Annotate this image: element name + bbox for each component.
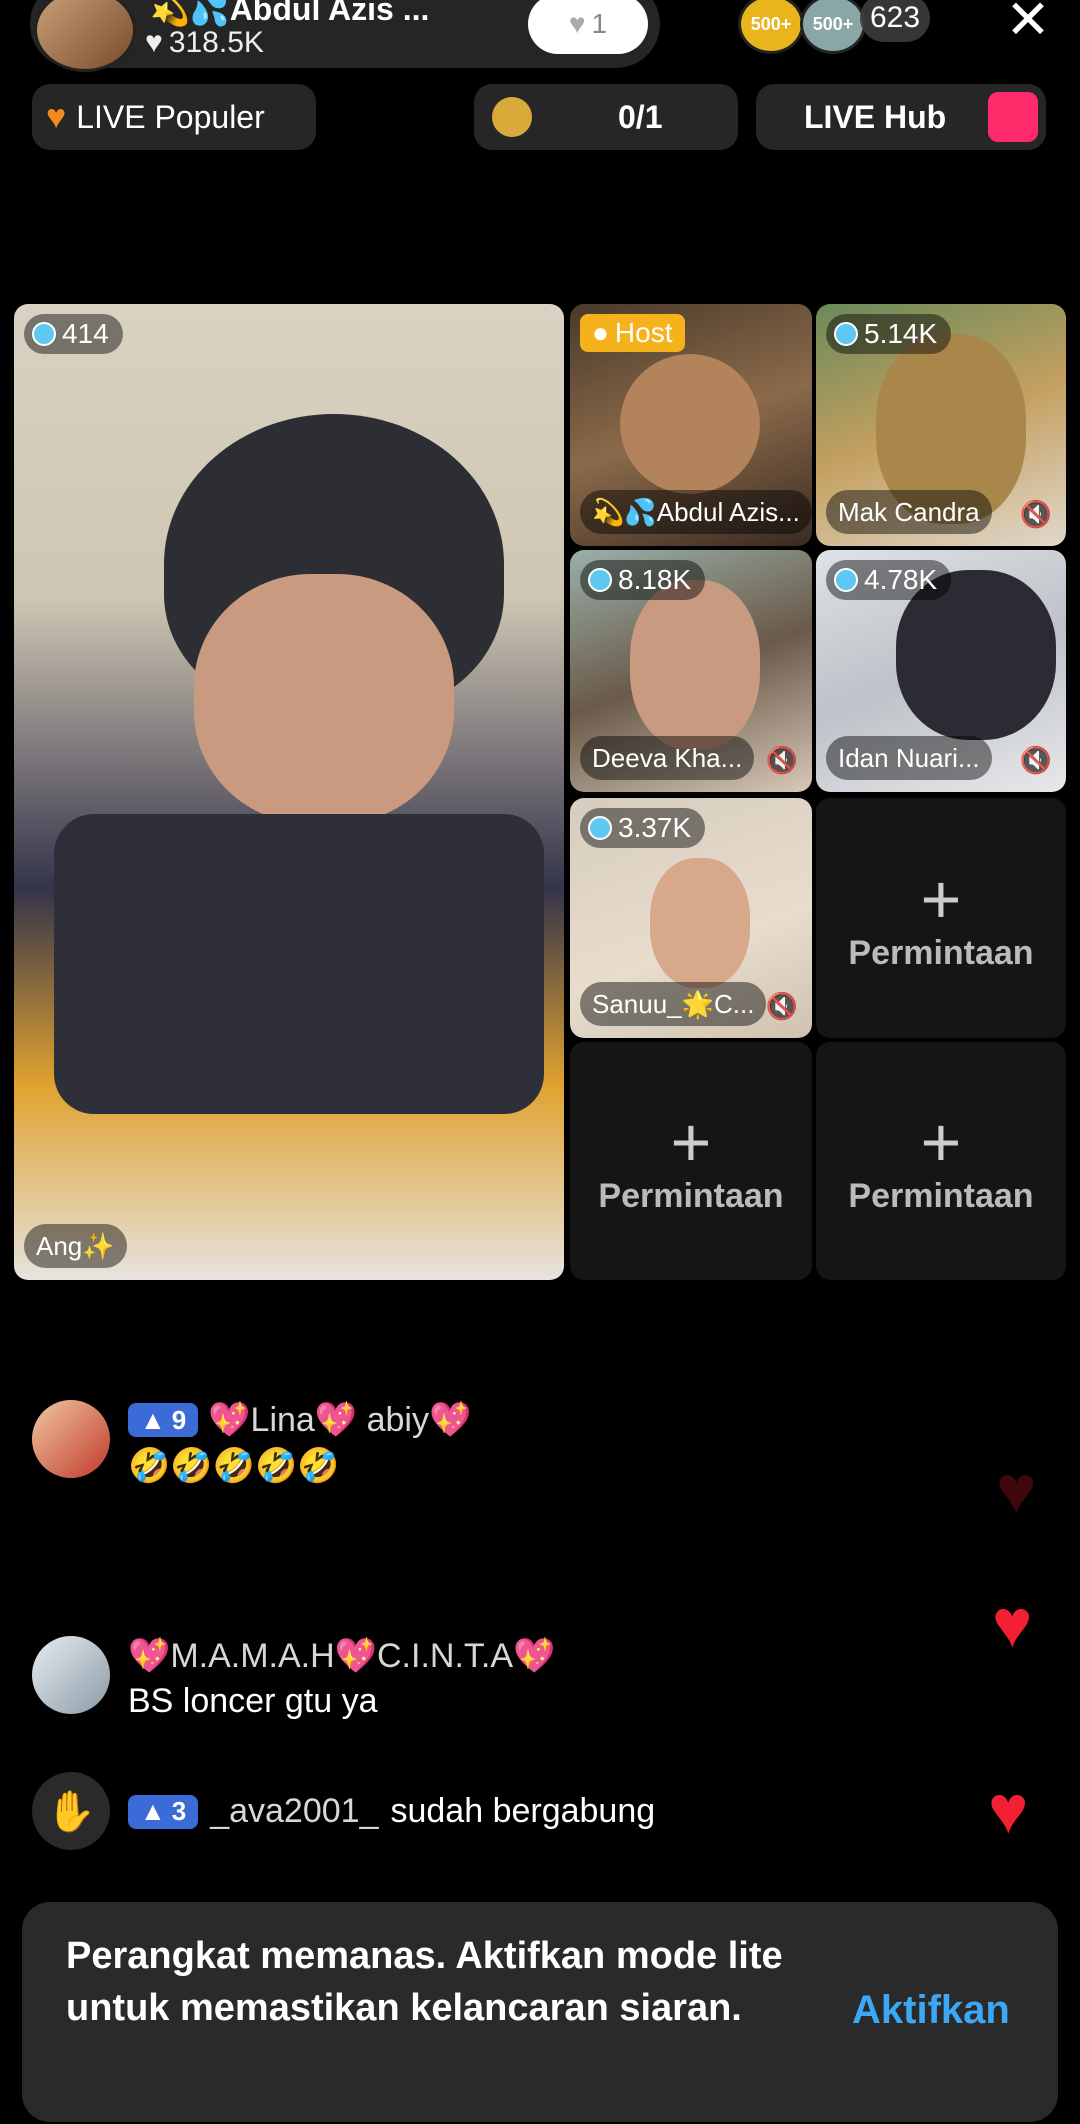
request-slot[interactable]: + Permintaan xyxy=(816,1042,1066,1280)
activate-lite-button[interactable]: Aktifkan xyxy=(852,1988,1010,2033)
host-likes: ♥ 318.5K xyxy=(145,26,264,60)
guest-name[interactable]: Deeva Kha... xyxy=(580,736,755,780)
score-pill[interactable]: 5.14K xyxy=(826,314,952,354)
mic-off-icon: 🔇 xyxy=(765,745,798,775)
floating-heart-icon: ♥ xyxy=(996,1452,1037,1528)
face-shape xyxy=(620,354,760,494)
request-label: Permintaan xyxy=(848,1176,1034,1215)
join-text: sudah bergabung xyxy=(390,1792,656,1830)
request-label: Permintaan xyxy=(598,1176,784,1215)
comment-item[interactable]: ▲ 9 💖Lina💖 abiy💖 🤣🤣🤣🤣🤣 xyxy=(32,1400,1042,1486)
commenter-avatar[interactable] xyxy=(32,1636,110,1714)
likes-count: 318.5K xyxy=(168,26,264,59)
comment-item[interactable]: 💖M.A.M.A.H💖C.I.N.T.A💖 BS loncer gtu ya xyxy=(32,1636,1042,1722)
live-populer-label: LIVE Populer xyxy=(76,98,265,135)
gem-icon xyxy=(588,568,612,592)
heart-icon: ♥ xyxy=(145,26,163,59)
join-notice: ✋ ▲ 3 _ava2001_ sudah bergabung xyxy=(32,1772,1032,1850)
goal-chip[interactable]: 0/1 xyxy=(474,84,738,150)
shirt-shape xyxy=(54,814,544,1114)
request-slot[interactable]: + Permintaan xyxy=(570,1042,812,1280)
guest-tile[interactable]: 5.14K Mak Candra 🔇 xyxy=(816,304,1066,546)
face-shape xyxy=(630,580,760,750)
live-hub-icon xyxy=(988,92,1038,142)
close-icon[interactable]: ✕ xyxy=(1000,0,1056,48)
score-pill[interactable]: 3.37K xyxy=(580,808,706,848)
host-badge: ● Host xyxy=(580,314,685,352)
score-pill[interactable]: 4.78K xyxy=(826,560,952,600)
wave-hand-icon: ✋ xyxy=(32,1772,110,1850)
guest-name[interactable]: 💫💦Abdul Azis... xyxy=(580,490,812,534)
main-guest-tile[interactable]: 414 Ang✨ xyxy=(14,304,564,1280)
level-icon: ▲ xyxy=(140,1404,166,1435)
commenter-name[interactable]: 💖Lina💖 abiy💖 xyxy=(208,1400,471,1440)
mic-off-icon: 🔇 xyxy=(765,991,798,1021)
comment-text: 🤣🤣🤣🤣🤣 xyxy=(128,1447,340,1485)
live-hub-label: LIVE Hub xyxy=(804,98,947,135)
guest-name[interactable]: Idan Nuari... xyxy=(826,736,992,780)
follow-count: 1 xyxy=(591,8,608,39)
plus-icon: + xyxy=(670,1102,712,1181)
commenter-avatar[interactable] xyxy=(32,1400,110,1478)
mic-off-icon: 🔇 xyxy=(1019,499,1052,529)
follow-button[interactable]: ♥ 1 xyxy=(528,0,648,54)
host-guest-tile[interactable]: ● Host 💫💦Abdul Azis... xyxy=(570,304,812,546)
plus-icon: + xyxy=(920,859,962,938)
goal-progress: 0/1 xyxy=(618,98,663,135)
gem-icon xyxy=(588,816,612,840)
guest-tile[interactable]: 4.78K Idan Nuari... 🔇 xyxy=(816,550,1066,792)
gem-icon xyxy=(834,322,858,346)
guest-tile[interactable]: 3.37K Sanuu_🌟C... 🔇 xyxy=(570,798,812,1038)
face-shape xyxy=(650,858,750,988)
face-shape xyxy=(194,574,454,824)
live-hub-chip[interactable]: LIVE Hub xyxy=(756,84,1046,150)
score-pill[interactable]: 8.18K xyxy=(580,560,706,600)
top-viewer-avatar[interactable]: 500+ xyxy=(800,0,866,54)
commenter-name[interactable]: 💖M.A.M.A.H💖C.I.N.T.A💖 xyxy=(128,1636,555,1676)
request-label: Permintaan xyxy=(848,933,1034,972)
plus-icon: + xyxy=(920,1102,962,1181)
floating-heart-icon: ♥ xyxy=(988,1772,1029,1848)
guest-name[interactable]: Sanuu_🌟C... xyxy=(580,982,767,1026)
toast-message: Perangkat memanas. Aktifkan mode lite un… xyxy=(66,1935,783,2029)
viewer-count[interactable]: 623 xyxy=(860,0,930,42)
score-pill[interactable]: 414 xyxy=(24,314,123,354)
comment-text: BS loncer gtu ya xyxy=(128,1682,378,1720)
host-name: 💫💦Abdul Azis ... xyxy=(150,0,430,27)
live-populer-chip[interactable]: ♥ LIVE Populer xyxy=(32,84,316,150)
guest-tile[interactable]: 8.18K Deeva Kha... 🔇 xyxy=(570,550,812,792)
guest-name[interactable]: Ang✨ xyxy=(24,1224,127,1268)
heart-icon: ♥ xyxy=(46,97,67,136)
level-badge: ▲ 3 xyxy=(128,1794,199,1829)
request-slot[interactable]: + Permintaan xyxy=(816,798,1066,1038)
mic-off-icon: 🔇 xyxy=(1019,745,1052,775)
host-icon: ● xyxy=(592,317,609,348)
top-viewer-avatar[interactable]: 500+ xyxy=(738,0,804,54)
gem-icon xyxy=(32,322,56,346)
floating-heart-icon: ♥ xyxy=(992,1586,1033,1662)
level-badge: ▲ 9 xyxy=(128,1403,199,1437)
heart-icon: ♥ xyxy=(568,8,586,39)
gem-icon xyxy=(834,568,858,592)
medal-icon xyxy=(492,97,532,137)
level-icon: ▲ xyxy=(140,1796,166,1826)
guest-name[interactable]: Mak Candra xyxy=(826,490,992,534)
joiner-name[interactable]: _ava2001_ xyxy=(210,1792,378,1831)
